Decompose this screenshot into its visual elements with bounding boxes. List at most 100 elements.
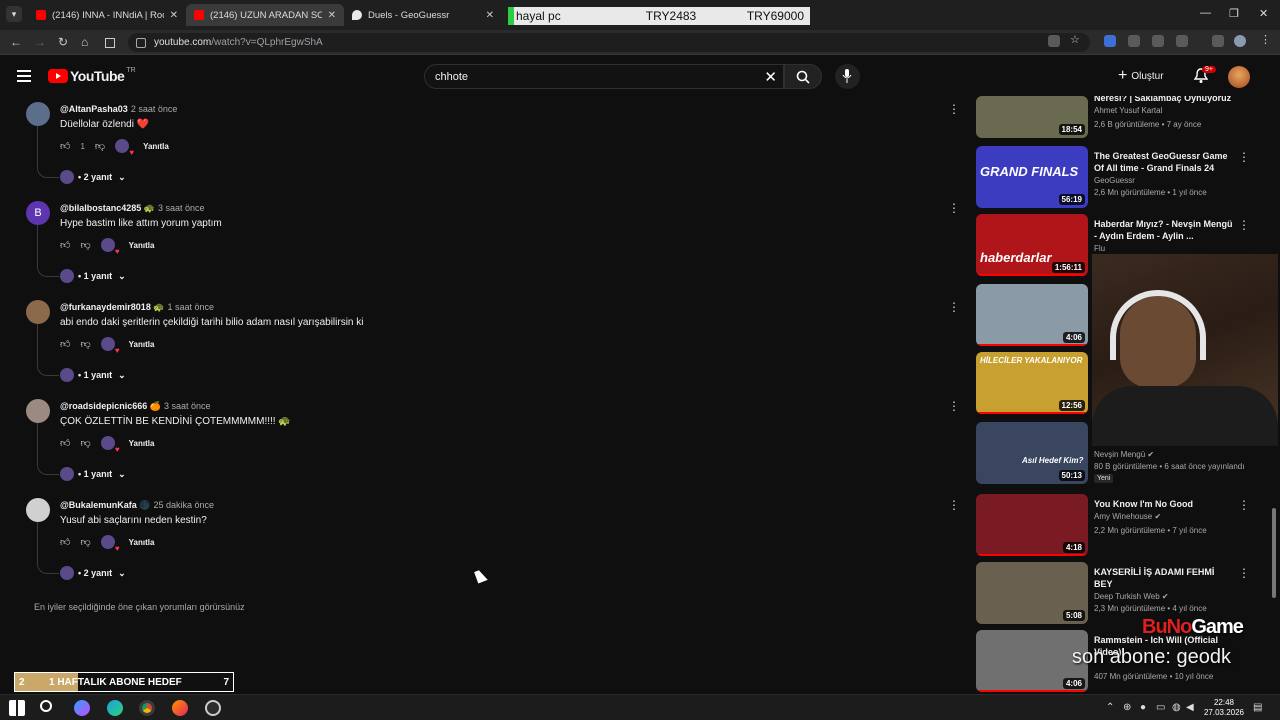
video-menu-icon[interactable]: ⋮ bbox=[1238, 218, 1250, 232]
close-window-icon[interactable]: ✕ bbox=[1259, 7, 1268, 20]
video-thumbnail[interactable]: Asıl Hedef Kim? 50:13 bbox=[976, 422, 1088, 484]
extension-icon[interactable] bbox=[1104, 35, 1116, 47]
copilot-icon[interactable] bbox=[74, 700, 90, 716]
site-info-icon[interactable] bbox=[136, 37, 146, 48]
video-thumbnail[interactable]: haberdarlar 1:56:11 bbox=[976, 214, 1088, 276]
comment-time[interactable]: 25 dakika önce bbox=[154, 500, 215, 510]
thumbs-down-icon[interactable]: 👎︎ bbox=[80, 338, 90, 350]
hamburger-menu-icon[interactable] bbox=[17, 70, 31, 85]
recommendations-scrollbar[interactable] bbox=[1272, 508, 1276, 598]
comment-avatar[interactable] bbox=[26, 399, 50, 423]
view-replies-button[interactable]: • 2 yanıt ⌄ bbox=[60, 566, 126, 580]
comment-menu-icon[interactable]: ⋮ bbox=[948, 102, 960, 116]
windows-start-icon[interactable] bbox=[9, 700, 25, 716]
home-icon[interactable]: ⌂ bbox=[81, 35, 88, 49]
search-icon[interactable] bbox=[40, 700, 52, 712]
reply-button[interactable]: Yanıtla bbox=[129, 241, 155, 250]
minimize-icon[interactable]: — bbox=[1200, 7, 1211, 19]
close-tab-icon[interactable]: ✕ bbox=[486, 10, 494, 21]
video-thumbnail[interactable]: HİLECİLER YAKALANIYOR 12:56 bbox=[976, 352, 1088, 414]
tray-app-icon[interactable]: ⊕ bbox=[1123, 702, 1131, 713]
side-panel-icon[interactable] bbox=[105, 38, 115, 48]
comment-author[interactable]: @bilalbostanc4285 🐢 bbox=[60, 203, 155, 213]
thumbs-down-icon[interactable]: 👎︎ bbox=[80, 536, 90, 548]
reply-button[interactable]: Yanıtla bbox=[143, 142, 169, 151]
recommendation-item[interactable]: GRAND FINALS 56:19 The Greatest GeoGuessr… bbox=[976, 146, 1280, 210]
forward-icon[interactable]: → bbox=[34, 35, 46, 49]
voice-search-button[interactable] bbox=[835, 64, 860, 89]
microphone-tray-icon[interactable]: ● bbox=[1140, 702, 1146, 713]
comment-avatar[interactable] bbox=[26, 498, 50, 522]
comment-time[interactable]: 2 saat önce bbox=[131, 104, 178, 114]
thumbs-up-icon[interactable]: 👍︎ bbox=[60, 536, 70, 548]
channel-name[interactable]: Ahmet Yusuf Kartal bbox=[1094, 106, 1162, 115]
profile-avatar-icon[interactable] bbox=[1234, 35, 1246, 47]
tab-uzun-aradan-sonra[interactable]: (2146) UZUN ARADAN SONRA ✕ bbox=[186, 4, 344, 26]
tray-chevron-icon[interactable]: ⌃ bbox=[1106, 702, 1114, 713]
thumbs-down-icon[interactable]: 👎︎ bbox=[95, 140, 105, 152]
video-thumbnail[interactable]: 5:08 bbox=[976, 562, 1088, 624]
search-input[interactable]: chhote ✕ bbox=[424, 64, 784, 89]
comment-menu-icon[interactable]: ⋮ bbox=[948, 498, 960, 512]
view-replies-button[interactable]: • 1 yanıt ⌄ bbox=[60, 368, 126, 382]
youtube-logo[interactable]: YouTube TR bbox=[48, 67, 136, 84]
comment-time[interactable]: 3 saat önce bbox=[164, 401, 211, 411]
comment-time[interactable]: 3 saat önce bbox=[158, 203, 205, 213]
reply-button[interactable]: Yanıtla bbox=[129, 439, 155, 448]
reply-button[interactable]: Yanıtla bbox=[129, 340, 155, 349]
video-title[interactable]: The Greatest GeoGuessr Game Of All time … bbox=[1094, 150, 1234, 174]
network-icon[interactable]: ◍ bbox=[1172, 702, 1181, 713]
close-tab-icon[interactable]: ✕ bbox=[328, 10, 336, 21]
maximize-icon[interactable]: ❐ bbox=[1229, 7, 1239, 20]
comment-author[interactable]: @roadsidepicnic666 🍊 bbox=[60, 401, 161, 411]
comment-avatar[interactable]: B bbox=[26, 201, 50, 225]
video-menu-icon[interactable]: ⋮ bbox=[1238, 150, 1250, 164]
view-replies-button[interactable]: • 2 yanıt ⌄ bbox=[60, 170, 126, 184]
recommendation-item[interactable]: 4:18 You Know I'm No Good Amy Winehouse … bbox=[976, 494, 1280, 558]
browser-menu-icon[interactable]: ⋮ bbox=[1260, 33, 1272, 46]
search-button[interactable] bbox=[784, 64, 822, 89]
thumbs-down-icon[interactable]: 👎︎ bbox=[80, 239, 90, 251]
thumbs-up-icon[interactable]: 👍︎ bbox=[60, 239, 70, 251]
video-thumbnail[interactable]: GRAND FINALS 56:19 bbox=[976, 146, 1088, 208]
comment-avatar[interactable] bbox=[26, 102, 50, 126]
comment-author[interactable]: @BukalemunKafa 🌑 bbox=[60, 500, 151, 510]
video-menu-icon[interactable]: ⋮ bbox=[1238, 566, 1250, 580]
comment-menu-icon[interactable]: ⋮ bbox=[948, 201, 960, 215]
view-replies-button[interactable]: • 1 yanıt ⌄ bbox=[60, 467, 126, 481]
view-replies-button[interactable]: • 1 yanıt ⌄ bbox=[60, 269, 126, 283]
channel-name[interactable]: Nevşin Mengü ✔ bbox=[1094, 450, 1154, 459]
chrome-icon[interactable] bbox=[139, 700, 155, 716]
create-button[interactable]: + Oluştur bbox=[1118, 66, 1164, 86]
comment-time[interactable]: 1 saat önce bbox=[168, 302, 215, 312]
video-menu-icon[interactable]: ⋮ bbox=[1238, 498, 1250, 512]
install-app-icon[interactable] bbox=[1048, 35, 1060, 47]
reply-button[interactable]: Yanıtla bbox=[129, 538, 155, 547]
video-title[interactable]: You Know I'm No Good bbox=[1094, 498, 1234, 510]
video-title[interactable]: Neresi? | Saklambaç Oynuyoruz bbox=[1094, 96, 1234, 104]
comment-avatar[interactable] bbox=[26, 300, 50, 324]
reload-icon[interactable]: ↻ bbox=[58, 35, 68, 49]
channel-name[interactable]: Flu bbox=[1094, 244, 1105, 253]
edge-icon[interactable] bbox=[107, 700, 123, 716]
close-tab-icon[interactable]: ✕ bbox=[170, 10, 178, 21]
video-title[interactable]: Haberdar Mıyız? - Nevşin Mengü - Aydın E… bbox=[1094, 218, 1234, 242]
system-clock[interactable]: 22:48 27.03.2026 bbox=[1202, 698, 1246, 718]
thumbs-up-icon[interactable]: 👍︎ bbox=[60, 140, 70, 152]
channel-name[interactable]: GeoGuessr bbox=[1094, 176, 1135, 185]
channel-name[interactable]: Amy Winehouse ✔ bbox=[1094, 512, 1161, 521]
thumbs-up-icon[interactable]: 👍︎ bbox=[60, 437, 70, 449]
video-thumbnail[interactable]: 4:06 bbox=[976, 284, 1088, 346]
video-thumbnail[interactable]: 4:18 bbox=[976, 494, 1088, 556]
comment-menu-icon[interactable]: ⋮ bbox=[948, 300, 960, 314]
channel-name[interactable]: Deep Turkish Web ✔ bbox=[1094, 592, 1169, 601]
tab-search-icon[interactable]: ▾ bbox=[6, 6, 22, 22]
extension-icon[interactable] bbox=[1128, 35, 1140, 47]
tab-geoguessr[interactable]: Duels - GeoGuessr ✕ bbox=[344, 4, 502, 26]
shield-icon[interactable] bbox=[1152, 35, 1164, 47]
account-avatar[interactable] bbox=[1228, 66, 1250, 88]
battery-icon[interactable]: ▭ bbox=[1156, 702, 1165, 713]
thumbs-down-icon[interactable]: 👎︎ bbox=[80, 437, 90, 449]
back-icon[interactable]: ← bbox=[10, 35, 22, 49]
clear-search-icon[interactable]: ✕ bbox=[764, 68, 777, 86]
